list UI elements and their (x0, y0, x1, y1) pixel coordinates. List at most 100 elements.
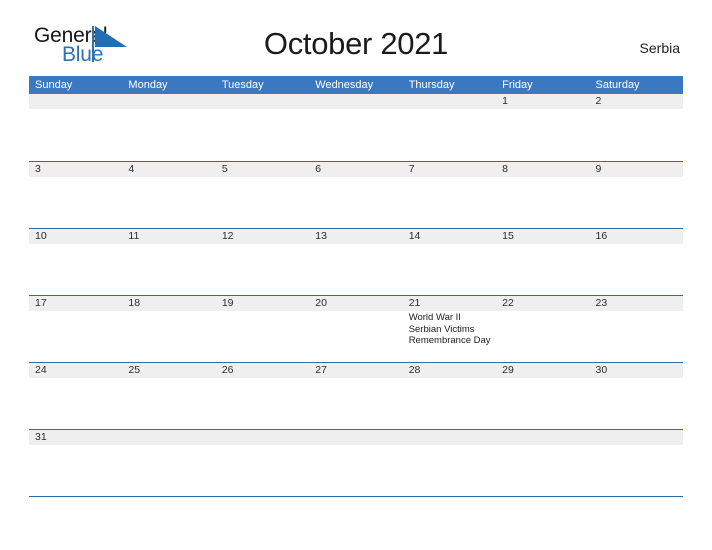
calendar-week-row: 31 (29, 429, 683, 496)
day-cell-empty (403, 430, 496, 496)
day-cell[interactable]: 10 (29, 229, 122, 295)
day-cell-empty (403, 94, 496, 161)
day-number: 3 (35, 163, 41, 175)
day-cell[interactable]: 14 (403, 229, 496, 295)
day-cell[interactable]: 11 (122, 229, 215, 295)
weekday-tuesday: Tuesday (221, 79, 264, 91)
calendar-week-row: 10 11 12 13 14 15 16 (29, 228, 683, 295)
event-line: Remembrance Day (408, 335, 491, 347)
day-cell[interactable]: 17 (29, 296, 122, 362)
day-number: 5 (221, 163, 228, 175)
calendar-weeks: 1 2 3 4 5 6 7 8 9 10 11 12 13 14 15 16 17 18 19 20 21 World W… (29, 94, 683, 496)
weekday-saturday: Saturday (595, 79, 640, 91)
day-cell-empty (122, 94, 215, 161)
day-cell[interactable]: 3 (29, 162, 122, 228)
day-number: 13 (315, 230, 327, 242)
page-header: General Blue October 2021 Serbia (29, 0, 683, 76)
weekday-sunday: Sunday (35, 79, 73, 91)
day-number: 12 (221, 230, 234, 242)
country-label: Serbia (639, 40, 680, 56)
day-number: 8 (502, 163, 508, 175)
day-cell[interactable]: 29 (496, 363, 589, 429)
calendar-grid: Sunday Monday Tuesday Wednesday Thursday… (29, 76, 683, 497)
day-number: 16 (595, 230, 608, 242)
day-number: 20 (315, 297, 327, 309)
day-number: 7 (408, 163, 415, 175)
day-cell[interactable]: 28 (403, 363, 496, 429)
day-cell[interactable]: 16 (590, 229, 683, 295)
day-cell[interactable]: 23 (590, 296, 683, 362)
day-number: 6 (315, 163, 322, 175)
calendar-week-row: 12 (29, 94, 683, 161)
day-cell-empty (590, 430, 683, 496)
day-number: 19 (221, 297, 234, 309)
weekday-thursday: Thursday (408, 79, 455, 91)
day-cell[interactable]: 25 (122, 363, 215, 429)
day-number: 21 (408, 297, 421, 309)
week-day-cells: 10 11 12 13 14 15 16 (29, 229, 683, 295)
day-cell[interactable]: 12 (216, 229, 309, 295)
day-number: 10 (35, 230, 47, 242)
page-title: October 2021 (263, 26, 449, 61)
day-number: 9 (595, 163, 602, 175)
calendar-week-row: 3 4 5 6 7 8 9 (29, 161, 683, 228)
day-number: 31 (35, 431, 47, 443)
day-cell[interactable]: 21 World War II Serbian Victims Remembrance… (403, 296, 496, 362)
day-cell[interactable]: 7 (403, 162, 496, 228)
day-number: 29 (502, 364, 514, 376)
day-number: 14 (408, 230, 421, 242)
day-cell[interactable]: 19 (216, 296, 309, 362)
day-cell-empty (216, 94, 309, 161)
day-number: 27 (315, 364, 327, 376)
day-number: 22 (502, 297, 514, 309)
day-number: 30 (595, 364, 608, 376)
day-cell[interactable]: 30 (590, 363, 683, 429)
day-cell[interactable]: 22 (496, 296, 589, 362)
week-day-cells: 3 4 5 6 7 8 9 (29, 162, 683, 228)
day-cell[interactable]: 31 (29, 430, 122, 496)
day-cell[interactable]: 24 (29, 363, 122, 429)
day-number: 26 (221, 364, 234, 376)
day-number: 17 (35, 297, 47, 309)
day-cell[interactable]: 18 (122, 296, 215, 362)
weekday-monday: Monday (128, 79, 168, 91)
week-day-cells: 12 (29, 94, 683, 161)
day-cell[interactable]: 1 (496, 94, 589, 161)
day-cell[interactable]: 26 (216, 363, 309, 429)
day-cell-empty (216, 430, 309, 496)
day-cell[interactable]: 2 (590, 94, 683, 161)
calendar-week-row: 17 18 19 20 21 World War II Serbian Victims Rem… (29, 295, 683, 362)
weekday-friday: Friday (502, 79, 533, 91)
day-cell-empty (29, 94, 122, 161)
day-cell[interactable]: 6 (309, 162, 402, 228)
weekday-wednesday: Wednesday (315, 79, 374, 91)
day-cell[interactable]: 20 (309, 296, 402, 362)
day-number: 23 (595, 297, 608, 309)
calendar-week-row: 24 25 26 27 28 29 30 (29, 362, 683, 429)
day-number: 18 (128, 297, 141, 309)
day-cell[interactable]: 13 (309, 229, 402, 295)
day-cell[interactable]: 8 (496, 162, 589, 228)
day-number: 4 (128, 163, 135, 175)
day-number: 28 (408, 364, 421, 376)
day-cell[interactable]: 27 (309, 363, 402, 429)
day-cell[interactable]: 4 (122, 162, 215, 228)
week-day-cells: 17 18 19 20 21 World War II Serbian Victims Rem… (29, 296, 683, 362)
day-number: 1 (502, 95, 508, 107)
event-line: Serbian Victims (408, 323, 475, 335)
day-cell[interactable]: 5 (216, 162, 309, 228)
day-number: 2 (595, 95, 602, 107)
day-cell[interactable]: 15 (496, 229, 589, 295)
calendar-bottom-rule (29, 496, 683, 497)
day-cell-empty (496, 430, 589, 496)
week-day-cells: 31 (29, 430, 683, 496)
day-cell-empty (309, 430, 402, 496)
day-number: 15 (502, 230, 514, 242)
weekday-header-row: Sunday Monday Tuesday Wednesday Thursday… (29, 76, 683, 94)
day-cell[interactable]: 9 (590, 162, 683, 228)
day-number: 24 (35, 364, 47, 376)
week-day-cells: 24 25 26 27 28 29 30 (29, 363, 683, 429)
day-cell-empty (122, 430, 215, 496)
calendar-page: General Blue October 2021 Serbia Sunday … (0, 0, 712, 550)
day-events: World War II Serbian Victims Remembrance D… (409, 312, 496, 347)
